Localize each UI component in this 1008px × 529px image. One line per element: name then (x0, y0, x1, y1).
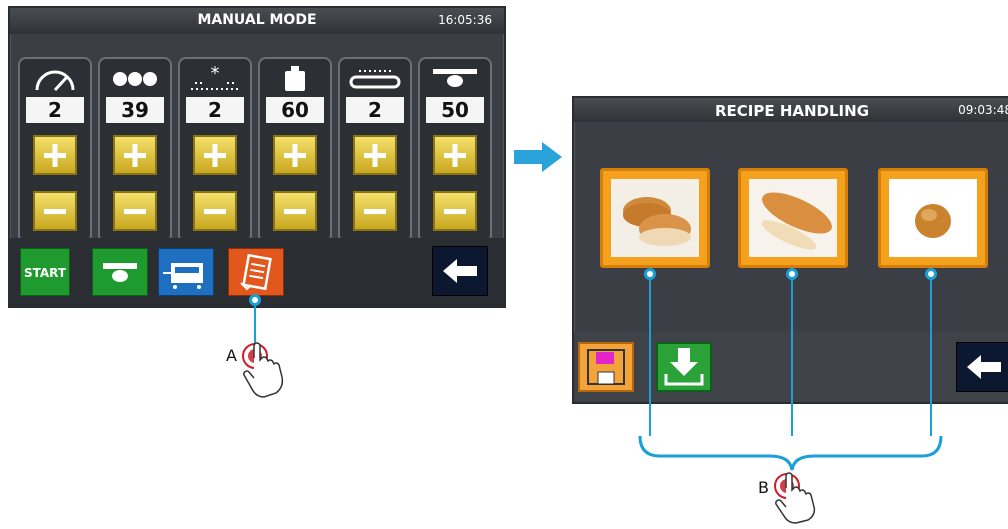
touch-hand-icon (242, 342, 284, 398)
touch-hand-icon (774, 472, 816, 524)
callout-label-b: B (758, 478, 769, 497)
callout-label-a: A (226, 346, 237, 365)
callout-dot-b3 (925, 268, 937, 280)
callout-dot-b2 (786, 268, 798, 280)
callout-dot-b1 (644, 268, 656, 280)
callout-lines (254, 276, 943, 471)
callout-dot-a (249, 294, 261, 306)
